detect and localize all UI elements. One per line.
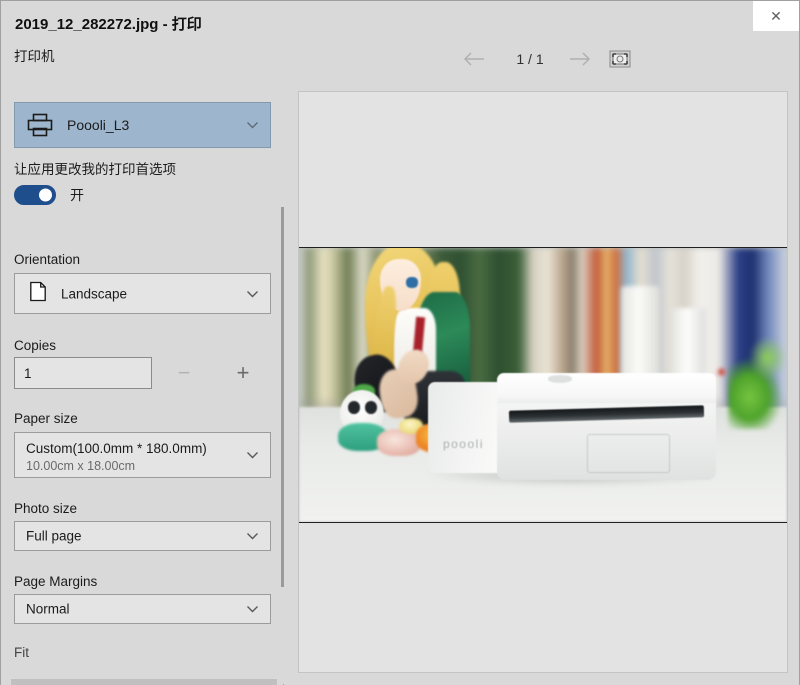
page-title: 2019_12_282272.jpg - 打印 xyxy=(15,16,202,33)
printer-icon xyxy=(27,113,53,137)
printer-label: 打印机 xyxy=(14,49,55,64)
orientation-select[interactable]: Landscape xyxy=(14,273,271,314)
prev-page-button[interactable] xyxy=(459,46,489,74)
photo-printer-left-face xyxy=(428,382,502,473)
photo-content: poooli xyxy=(299,248,787,522)
printer-select[interactable]: Poooli_L3 xyxy=(14,102,271,148)
print-dialog-window: 2019_12_282272.jpg - 打印 ✕ 打印机 Poooli_L3 … xyxy=(0,0,800,685)
arrow-right-icon xyxy=(568,51,592,70)
preview-navigation-bar: 1 / 1 xyxy=(284,37,799,83)
chevron-down-icon xyxy=(246,530,259,543)
close-button[interactable]: ✕ xyxy=(753,1,799,31)
chevron-down-icon xyxy=(246,449,259,462)
orientation-label: Orientation xyxy=(14,252,81,267)
photo-printer-button xyxy=(547,375,573,383)
paper-size-value: Custom(100.0mm * 180.0mm) xyxy=(26,441,207,456)
photo-printer-logo: poooli xyxy=(442,437,484,452)
app-preferences-label: 让应用更改我的打印首选项 xyxy=(14,162,176,177)
preview-page-sheet[interactable]: poooli xyxy=(298,91,788,673)
photo-printer-top-face xyxy=(496,372,717,406)
minus-icon: − xyxy=(177,360,191,385)
printer-value: Poooli_L3 xyxy=(67,117,130,133)
photo-printer-tray xyxy=(586,434,670,473)
photo-size-value: Full page xyxy=(26,528,82,544)
photo-panda-eye-left xyxy=(347,401,360,414)
chevron-down-icon xyxy=(246,119,259,132)
settings-sidebar: 打印机 Poooli_L3 让应用更改我的打印首选项 开 Orientation… xyxy=(1,37,283,685)
photo-panda-eye-right xyxy=(365,401,378,414)
plus-icon: + xyxy=(236,360,250,385)
paper-size-label: Paper size xyxy=(14,411,78,426)
chevron-down-icon xyxy=(246,287,259,300)
photo-plant-secondary xyxy=(747,335,787,380)
paper-size-subvalue: 10.00cm x 18.00cm xyxy=(26,459,136,473)
close-icon: ✕ xyxy=(770,8,782,24)
toggle-knob xyxy=(39,188,52,202)
chevron-down-icon xyxy=(246,603,259,616)
preview-pane: 1 / 1 poooli xyxy=(284,37,799,685)
preview-photo: poooli xyxy=(299,247,787,523)
page-indicator: 1 / 1 xyxy=(516,51,544,67)
photo-red-accent xyxy=(716,365,727,379)
paper-size-select[interactable]: Custom(100.0mm * 180.0mm) 10.00cm x 18.0… xyxy=(14,432,271,478)
photo-figure-eye xyxy=(406,276,419,289)
fit-to-page-button[interactable] xyxy=(606,46,634,74)
app-preferences-toggle[interactable] xyxy=(14,185,56,205)
copies-input[interactable] xyxy=(14,357,152,389)
app-preferences-state: 开 xyxy=(70,187,84,203)
copies-label: Copies xyxy=(14,338,57,353)
page-margins-value: Normal xyxy=(26,601,70,617)
next-page-wrap xyxy=(565,46,595,74)
photo-size-label: Photo size xyxy=(14,501,78,516)
page-margins-select[interactable]: Normal xyxy=(14,594,271,624)
copies-decrement-button[interactable]: − xyxy=(166,357,202,389)
cancel-button[interactable]: 取消 xyxy=(144,679,277,685)
app-preferences-toggle-row: 开 xyxy=(14,185,84,205)
photo-size-select[interactable]: Full page xyxy=(14,521,271,551)
copies-increment-button[interactable]: + xyxy=(225,357,261,389)
fit-label: Fit xyxy=(14,645,29,660)
fit-to-page-icon xyxy=(609,49,631,72)
prev-page-wrap xyxy=(459,46,489,74)
page-margins-label: Page Margins xyxy=(14,574,98,589)
arrow-left-icon xyxy=(462,51,486,70)
orientation-value: Landscape xyxy=(61,286,128,301)
next-page-button[interactable] xyxy=(565,46,595,74)
page-landscape-icon xyxy=(29,281,47,306)
print-button[interactable]: 打印 xyxy=(11,679,144,685)
